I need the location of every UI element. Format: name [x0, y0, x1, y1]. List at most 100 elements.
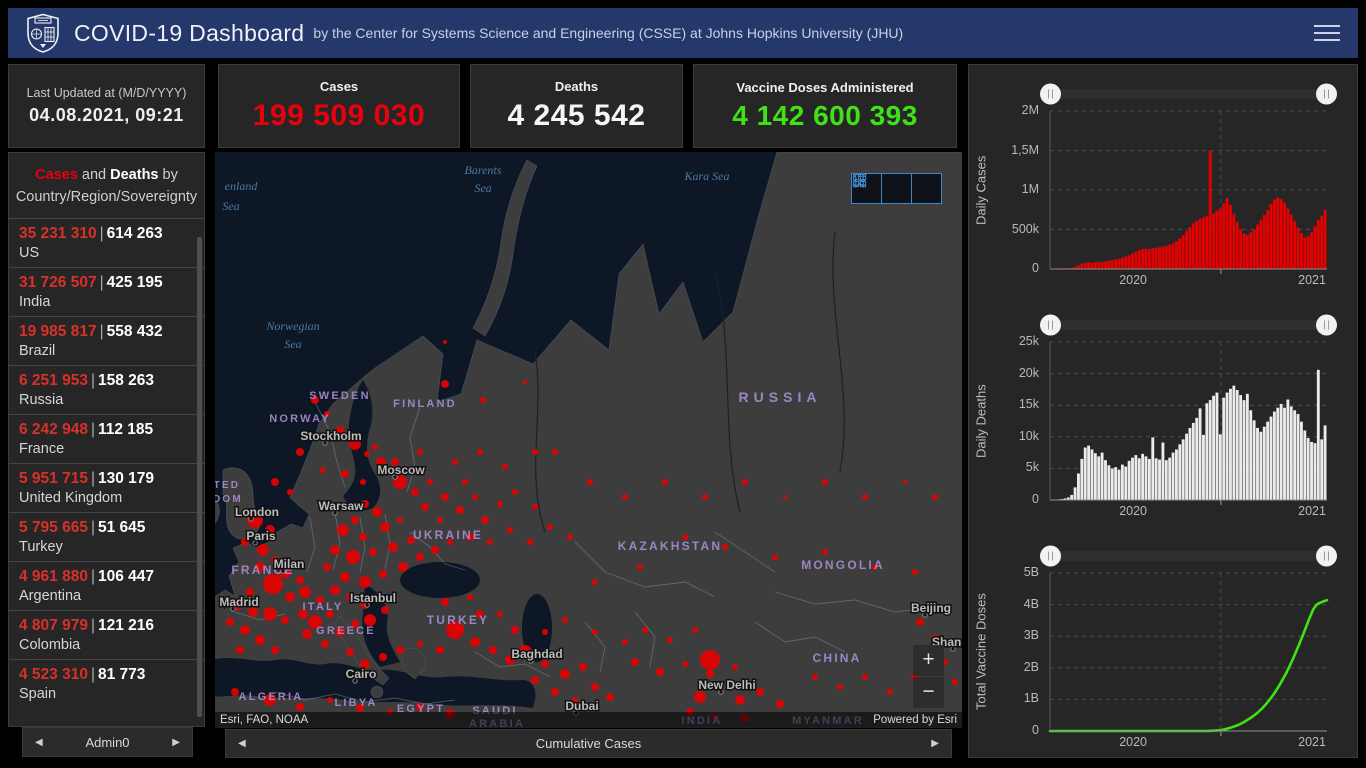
slider-handle-left[interactable] — [1040, 545, 1061, 567]
case-bubble[interactable] — [372, 444, 378, 450]
case-bubble[interactable] — [467, 594, 473, 600]
case-bubble[interactable] — [587, 479, 593, 485]
case-bubble[interactable] — [552, 449, 558, 455]
case-bubble[interactable] — [742, 479, 748, 485]
case-bubble[interactable] — [622, 494, 628, 500]
case-bubble[interactable] — [372, 507, 382, 517]
case-bubble[interactable] — [359, 576, 371, 588]
case-bubble[interactable] — [330, 545, 340, 555]
case-bubble[interactable] — [421, 503, 429, 511]
case-bubble[interactable] — [502, 464, 508, 470]
case-bubble[interactable] — [497, 611, 503, 617]
case-bubble[interactable] — [388, 542, 398, 552]
case-bubble[interactable] — [321, 640, 329, 648]
case-bubble[interactable] — [296, 703, 304, 711]
time-range-slider[interactable] — [1040, 83, 1337, 105]
basemap-grid-icon[interactable] — [852, 173, 942, 204]
case-bubble[interactable] — [692, 627, 698, 633]
case-bubble[interactable] — [551, 688, 559, 696]
case-bubble[interactable] — [682, 661, 688, 667]
map-pager-prev-button[interactable]: ◀ — [226, 738, 258, 749]
time-range-slider[interactable] — [1040, 314, 1337, 336]
case-bubble[interactable] — [396, 646, 404, 654]
case-bubble[interactable] — [637, 564, 643, 570]
case-bubble[interactable] — [912, 569, 918, 575]
case-bubble[interactable] — [257, 544, 269, 556]
case-bubble[interactable] — [337, 524, 349, 536]
case-bubble[interactable] — [236, 646, 244, 654]
case-bubble[interactable] — [487, 539, 493, 545]
case-bubble[interactable] — [822, 549, 828, 555]
case-bubble[interactable] — [452, 459, 458, 465]
case-bubble[interactable] — [271, 478, 279, 486]
case-bubble[interactable] — [542, 629, 548, 635]
case-bubble[interactable] — [776, 700, 784, 708]
case-bubble[interactable] — [431, 546, 439, 554]
case-bubble[interactable] — [441, 493, 449, 501]
case-bubble[interactable] — [462, 479, 468, 485]
map-canvas[interactable]: Barents Sea Kara Sea Norwegian Sea enland Sea N… — [215, 152, 962, 728]
case-bubble[interactable] — [481, 516, 489, 524]
case-bubble[interactable] — [591, 683, 599, 691]
time-range-slider[interactable] — [1040, 545, 1337, 567]
plot-area[interactable] — [1049, 110, 1327, 274]
country-row[interactable]: 31 726 507 | 425 195 India — [9, 266, 204, 316]
case-bubble[interactable] — [497, 501, 503, 507]
country-row[interactable]: 6 251 953 | 158 263 Russia — [9, 364, 204, 414]
zoom-in-button[interactable]: + — [913, 645, 944, 676]
case-bubble[interactable] — [381, 606, 389, 614]
case-bubble[interactable] — [932, 494, 938, 500]
case-bubble[interactable] — [281, 616, 289, 624]
case-bubble[interactable] — [523, 380, 527, 384]
case-bubble[interactable] — [656, 668, 664, 676]
list-scrollbar[interactable] — [197, 237, 202, 717]
case-bubble[interactable] — [296, 448, 304, 456]
case-bubble[interactable] — [436, 646, 444, 654]
country-row[interactable]: 5 951 715 | 130 179 United Kingdom — [9, 462, 204, 512]
case-bubble[interactable] — [862, 674, 868, 680]
menu-button[interactable] — [1314, 25, 1340, 41]
case-bubble[interactable] — [507, 527, 513, 533]
case-bubble[interactable] — [346, 550, 360, 564]
case-bubble[interactable] — [512, 489, 518, 495]
case-bubble[interactable] — [562, 617, 568, 623]
case-bubble[interactable] — [489, 646, 497, 654]
case-bubble[interactable] — [662, 479, 668, 485]
case-bubble[interactable] — [263, 607, 277, 621]
slider-handle-left[interactable] — [1040, 83, 1061, 105]
case-bubble[interactable] — [441, 598, 449, 606]
case-bubble[interactable] — [772, 554, 778, 560]
country-row[interactable]: 19 985 817 | 558 432 Brazil — [9, 315, 204, 365]
case-bubble[interactable] — [567, 534, 573, 540]
slider-handle-right[interactable] — [1316, 83, 1337, 105]
case-bubble[interactable] — [330, 585, 340, 595]
case-bubble[interactable] — [351, 516, 359, 524]
case-bubble[interactable] — [706, 670, 714, 678]
case-bubble[interactable] — [320, 467, 326, 473]
case-bubble[interactable] — [952, 679, 958, 685]
case-bubble[interactable] — [226, 618, 234, 626]
case-bubble[interactable] — [263, 574, 283, 594]
case-bubble[interactable] — [532, 449, 538, 455]
case-bubble[interactable] — [531, 676, 539, 684]
case-bubble[interactable] — [541, 660, 549, 668]
plot-area[interactable] — [1049, 341, 1327, 505]
case-bubble[interactable] — [323, 563, 331, 571]
case-bubble[interactable] — [547, 524, 553, 530]
world-map[interactable]: Barents Sea Kara Sea Norwegian Sea enland Sea N… — [215, 152, 962, 728]
case-bubble[interactable] — [240, 625, 250, 635]
case-bubble[interactable] — [903, 480, 907, 484]
plot-area[interactable] — [1048, 572, 1329, 736]
case-bubble[interactable] — [702, 494, 708, 500]
case-bubble[interactable] — [700, 650, 720, 670]
country-row[interactable]: 4 961 880 | 106 447 Argentina — [9, 560, 204, 610]
case-bubble[interactable] — [527, 539, 533, 545]
case-bubble[interactable] — [837, 684, 843, 690]
country-row[interactable]: 35 231 310 | 614 263 US — [9, 217, 204, 267]
case-bubble[interactable] — [360, 479, 366, 485]
case-bubble[interactable] — [340, 572, 350, 582]
country-row[interactable]: 4 807 979 | 121 216 Colombia — [9, 609, 204, 659]
case-bubble[interactable] — [397, 517, 403, 523]
case-bubble[interactable] — [417, 641, 423, 647]
case-bubble[interactable] — [416, 553, 424, 561]
